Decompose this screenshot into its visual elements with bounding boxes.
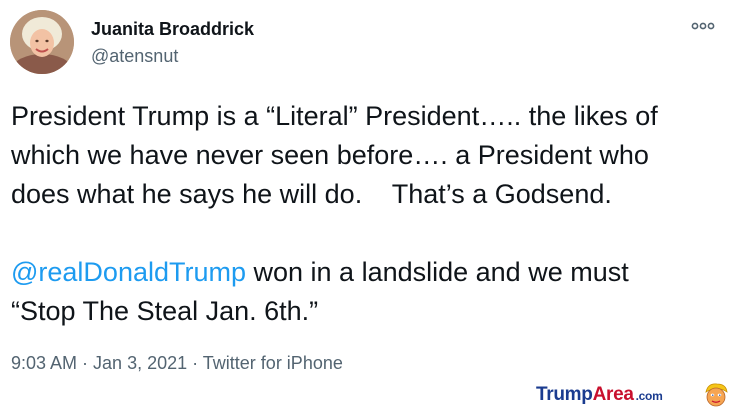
tweet-card: Juanita Broaddrick @atensnut President T… [0,0,740,408]
meta-separator: · [77,353,94,373]
avatar[interactable] [10,10,74,74]
more-horizontal-icon[interactable] [690,16,716,36]
tweet-text-line: @realDonaldTrump won in a landslide and … [11,253,726,292]
tweet-text-line: President Trump is a “Literal” President… [11,101,658,131]
watermark-part: Area [592,384,634,405]
watermark: TrumpArea .com [536,384,663,406]
watermark-part: .com [635,389,663,403]
author-display-name[interactable]: Juanita Broaddrick [91,19,254,40]
tweet-text-line: does what he says he will do. That’s a G… [11,179,612,209]
tweet-metadata: 9:03 AM · Jan 3, 2021 · Twitter for iPho… [11,353,343,374]
tweet-source[interactable]: Twitter for iPhone [203,353,343,373]
tweet-text-line: “Stop The Steal Jan. 6th.” [11,296,319,326]
tweet-text-line: which we have never seen before…. a Pres… [11,140,649,170]
watermark-part: Trump [536,384,593,405]
trump-cartoon-logo-icon [702,380,730,408]
avatar-image [10,10,74,74]
tweet-text-fragment: won in a landslide and we must [246,257,629,287]
mention-link[interactable]: @realDonaldTrump [11,257,246,287]
tweet-time[interactable]: 9:03 AM [11,353,77,373]
meta-separator: · [187,353,203,373]
tweet-text: President Trump is a “Literal” President… [11,97,726,331]
tweet-date[interactable]: Jan 3, 2021 [93,353,187,373]
author-handle[interactable]: @atensnut [91,46,178,67]
